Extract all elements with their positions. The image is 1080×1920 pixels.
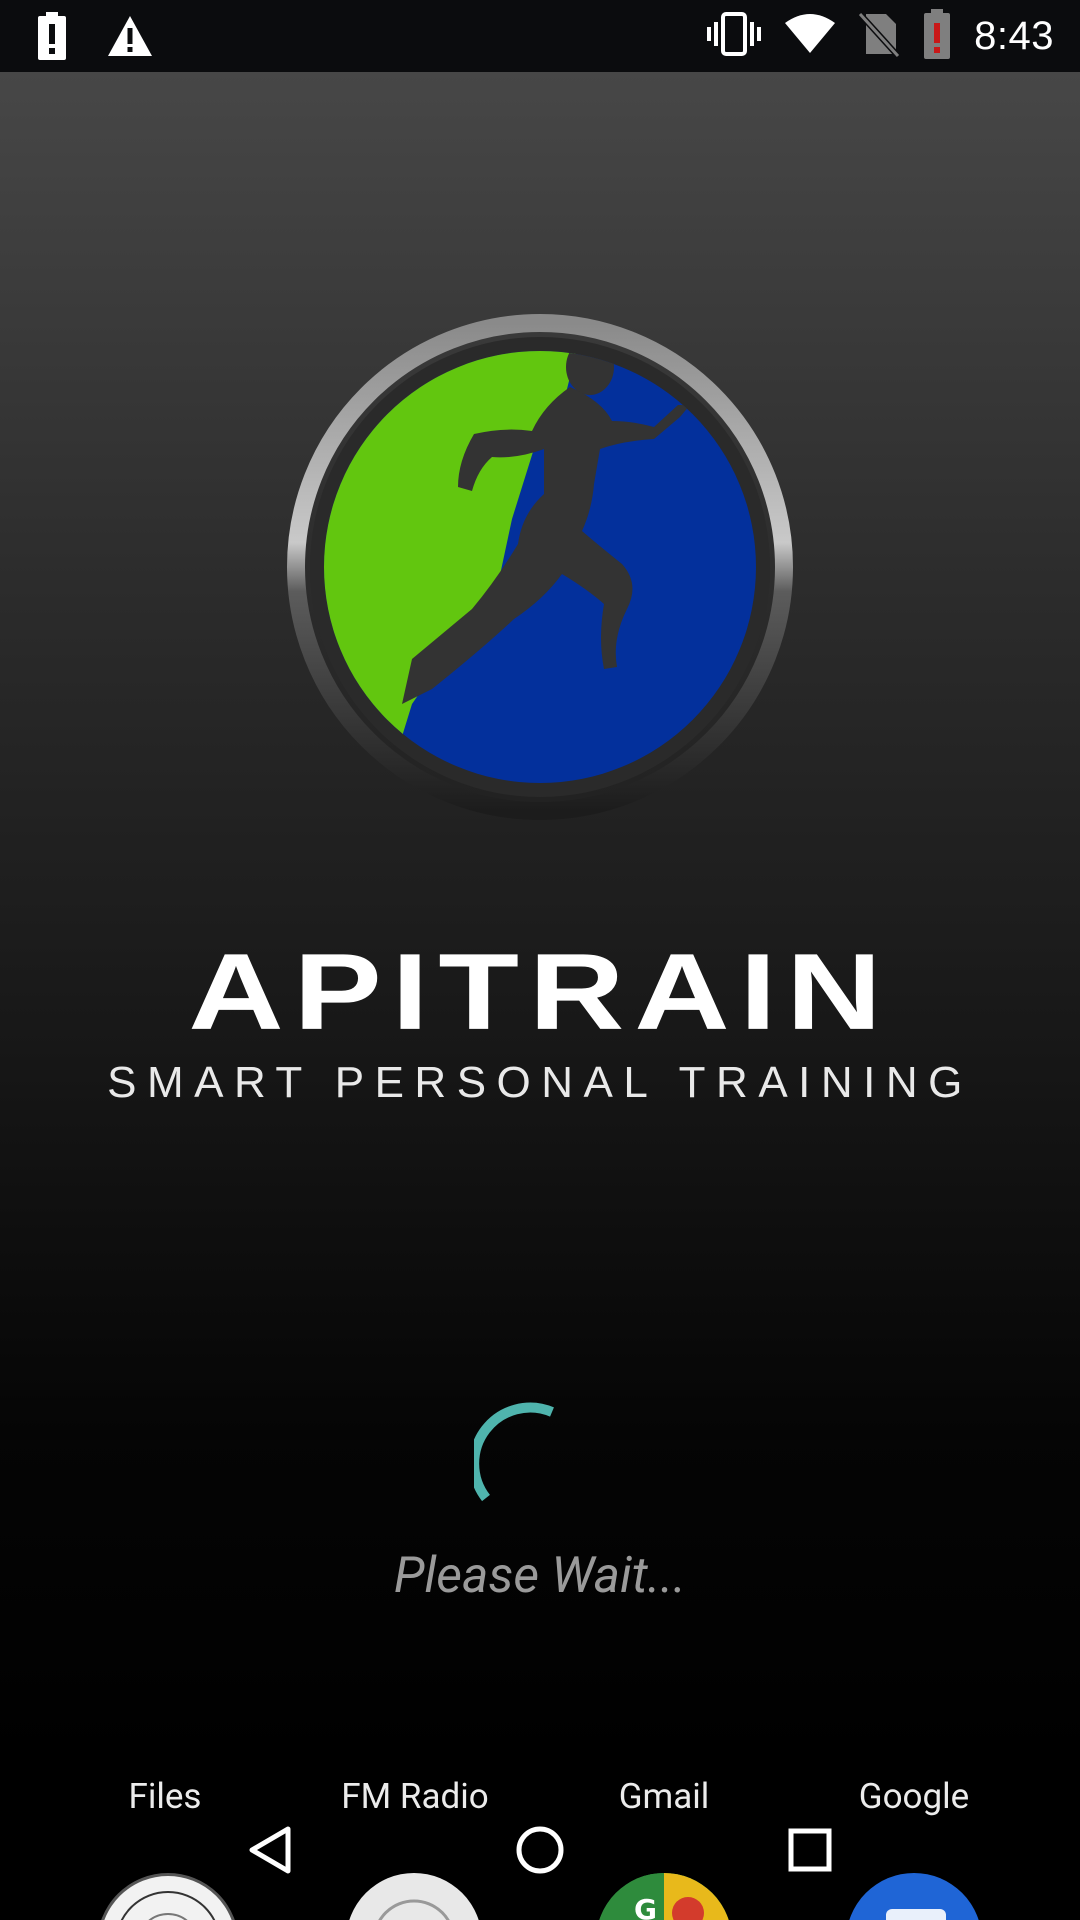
status-left-icons xyxy=(36,12,154,64)
home-icon xyxy=(516,1826,564,1874)
recents-button[interactable] xyxy=(770,1810,850,1890)
status-time: 8:43 xyxy=(974,13,1054,58)
status-right-icons: 8:43 xyxy=(706,8,1054,64)
splash-screen: APITRAIN SMART PERSONAL TRAINING Please … xyxy=(0,72,1080,1772)
recents-icon xyxy=(788,1828,832,1872)
status-bar: 8:43 xyxy=(0,0,1080,72)
wifi-icon xyxy=(784,13,836,59)
loading-text: Please Wait... xyxy=(393,1547,687,1605)
svg-text:G: G xyxy=(634,1893,657,1920)
battery-alert-icon xyxy=(36,12,68,64)
back-icon xyxy=(249,1826,291,1874)
loading-spinner xyxy=(469,1390,606,1522)
brand-block: APITRAIN SMART PERSONAL TRAINING xyxy=(66,932,1014,1108)
vibrate-icon xyxy=(706,10,762,62)
brand-name: APITRAIN xyxy=(188,931,892,1052)
brand-tagline: SMART PERSONAL TRAINING xyxy=(107,1058,973,1107)
apitrain-logo xyxy=(282,309,798,825)
battery-low-icon xyxy=(922,9,952,63)
no-sim-icon xyxy=(857,10,901,62)
navigation-bar xyxy=(0,1810,1080,1890)
warning-icon xyxy=(106,14,154,62)
back-button[interactable] xyxy=(230,1810,310,1890)
screen: 8:43 APITRAIN SMART PERSONAL TRAINING Pl… xyxy=(0,0,1080,1920)
home-button[interactable] xyxy=(500,1810,580,1890)
